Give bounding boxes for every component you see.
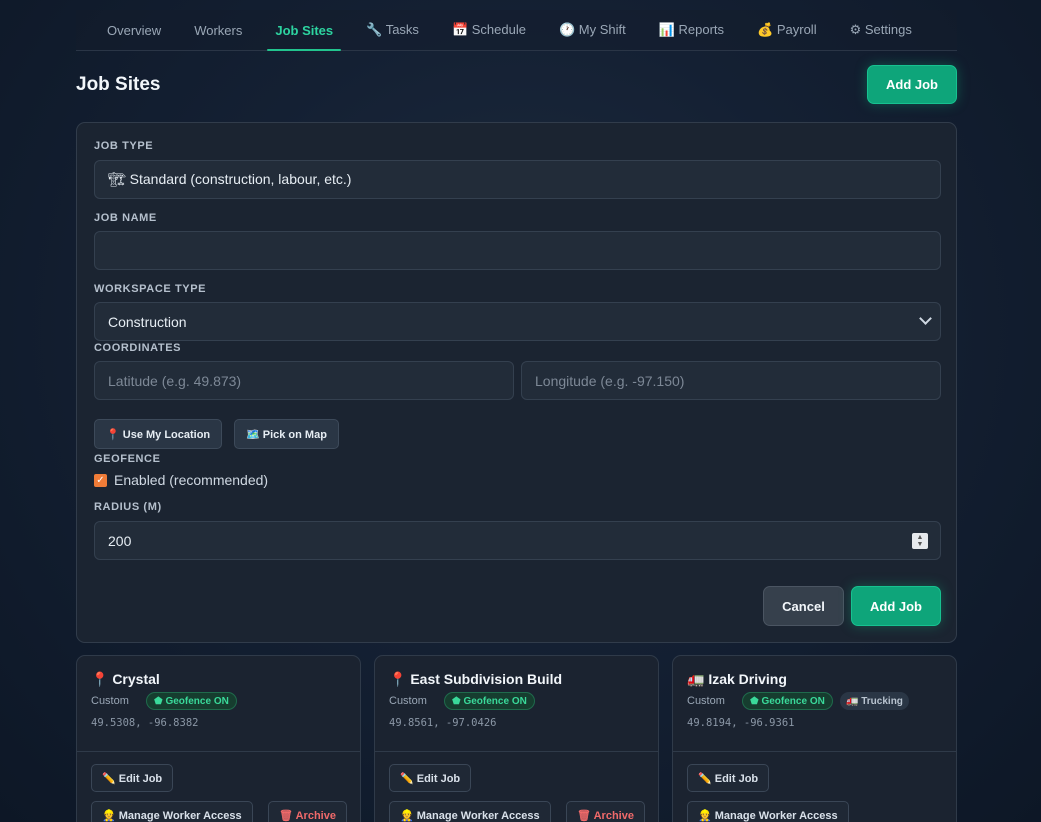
tab-my-shift[interactable]: 🕐 My Shift <box>551 10 634 50</box>
geofence-checkbox[interactable]: ✓ <box>94 474 107 487</box>
tab-overview[interactable]: Overview <box>99 10 169 50</box>
job-title: 🚛 Izak Driving <box>687 671 787 687</box>
top-nav: Overview Workers Job Sites 🔧 Tasks 📅 Sch… <box>76 10 957 51</box>
archive-button[interactable]: 🗑 Archive <box>268 801 347 822</box>
geofence-badge: ⬟ Geofence ON <box>146 692 237 710</box>
job-card: 📍 East Subdivision Build Custom ⬟ Geofen… <box>374 655 659 822</box>
job-title: 📍 East Subdivision Build <box>389 671 563 687</box>
cancel-button[interactable]: Cancel <box>763 586 844 626</box>
chevron-down-icon <box>919 312 932 325</box>
trucking-badge: 🚛 Trucking <box>840 692 909 710</box>
job-type: Custom <box>389 695 427 707</box>
edit-job-button[interactable]: ✏️ Edit Job <box>389 764 472 792</box>
tab-job-sites[interactable]: Job Sites <box>267 10 341 51</box>
edit-job-button[interactable]: ✏️ Edit Job <box>687 764 770 792</box>
job-coordinates: 49.8561, -97.0426 <box>389 717 497 729</box>
geofence-badge: ⬟ Geofence ON <box>742 692 833 710</box>
latitude-input[interactable]: Latitude (e.g. 49.873) <box>94 361 514 400</box>
use-my-location-button[interactable]: 📍 Use My Location <box>94 419 223 449</box>
page-title: Job Sites <box>76 74 161 95</box>
radius-label: RADIUS (M) <box>94 501 162 513</box>
longitude-input[interactable]: Longitude (e.g. -97.150) <box>521 361 941 400</box>
tab-payroll[interactable]: 💰 Payroll <box>749 10 825 50</box>
tab-schedule[interactable]: 📅 Schedule <box>444 10 534 50</box>
job-title: 📍 Crystal <box>91 671 160 687</box>
job-type: Custom <box>91 695 129 707</box>
job-coordinates: 49.5308, -96.8382 <box>91 717 199 729</box>
tab-tasks[interactable]: 🔧 Tasks <box>358 10 427 50</box>
job-type: Custom <box>687 695 725 707</box>
manage-worker-access-button[interactable]: 👷 Manage Worker Access <box>389 801 551 822</box>
workspace-type-value: Construction <box>108 313 187 330</box>
number-spinner-icon[interactable]: ▲ ▼ <box>912 533 928 549</box>
pick-on-map-button[interactable]: 🗺️ Pick on Map <box>234 419 339 449</box>
job-card: 🚛 Izak Driving Custom ⬟ Geofence ON 🚛 Tr… <box>672 655 957 822</box>
coordinates-label: COORDINATES <box>94 342 182 354</box>
job-type-field[interactable]: 🏗 Standard (construction, labour, etc.) <box>94 160 941 199</box>
geofence-checkbox-label: Enabled (recommended) <box>114 472 269 488</box>
tab-settings[interactable]: ⚙ Settings <box>842 10 920 50</box>
radius-input[interactable]: 200 ▲ ▼ <box>94 521 941 560</box>
job-coordinates: 49.8194, -96.9361 <box>687 717 795 729</box>
job-card: 📍 Crystal Custom ⬟ Geofence ON 49.5308, … <box>76 655 361 822</box>
archive-button[interactable]: 🗑 Archive <box>566 801 645 822</box>
workspace-type-select[interactable]: Construction <box>94 302 941 341</box>
tab-workers[interactable]: Workers <box>186 10 250 50</box>
geofence-badge: ⬟ Geofence ON <box>444 692 535 710</box>
job-type-label: JOB TYPE <box>94 140 154 152</box>
geofence-label: GEOFENCE <box>94 453 161 465</box>
add-job-form: JOB TYPE 🏗 Standard (construction, labou… <box>76 122 957 643</box>
job-name-label: JOB NAME <box>94 212 157 224</box>
job-name-input[interactable] <box>94 231 941 270</box>
manage-worker-access-button[interactable]: 👷 Manage Worker Access <box>91 801 253 822</box>
workspace-type-label: WORKSPACE TYPE <box>94 283 207 295</box>
add-job-button[interactable]: Add Job <box>867 65 957 104</box>
submit-add-job-button[interactable]: Add Job <box>851 586 941 626</box>
edit-job-button[interactable]: ✏️ Edit Job <box>91 764 174 792</box>
tab-reports[interactable]: 📊 Reports <box>651 10 732 50</box>
radius-value: 200 <box>108 532 132 549</box>
manage-worker-access-button[interactable]: 👷 Manage Worker Access <box>687 801 849 822</box>
